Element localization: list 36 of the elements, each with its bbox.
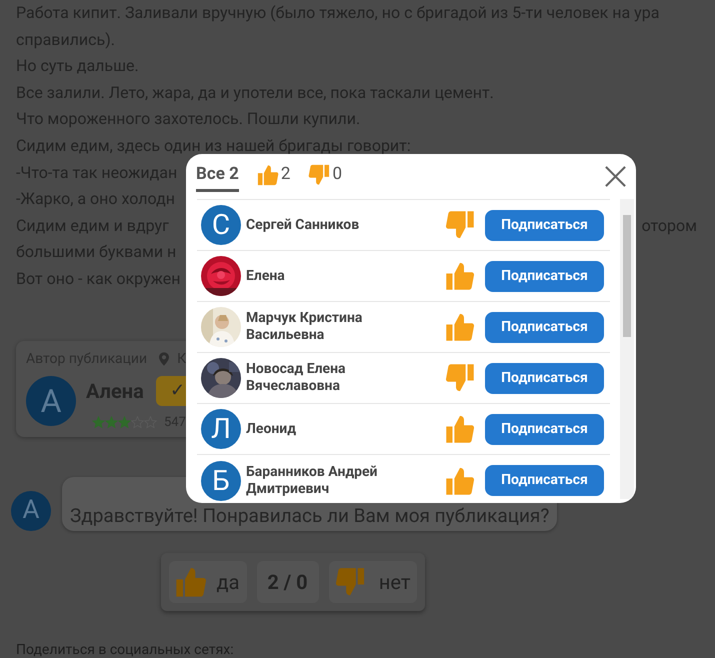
commenter-avatar[interactable]: А: [11, 490, 51, 531]
user-name[interactable]: Марчук Кристина Васильевна: [246, 310, 426, 344]
thumbs-up-icon: [256, 164, 279, 186]
filter-tab[interactable]: 0: [308, 162, 342, 192]
user-avatar[interactable]: Б: [201, 460, 241, 500]
filled-star-icon: [105, 416, 118, 429]
subscribe-button[interactable]: Подписаться: [485, 210, 604, 240]
user-name[interactable]: Новосад Елена Вячеславовна: [246, 361, 426, 395]
thumbs-down-icon: [445, 363, 475, 393]
thumbs-down-icon: [334, 566, 365, 598]
close-icon[interactable]: [604, 165, 627, 188]
filled-star-icon: [118, 416, 131, 429]
user-name[interactable]: Леонид: [246, 420, 426, 438]
user-name[interactable]: Елена: [246, 268, 426, 284]
subscribe-button[interactable]: Подписаться: [485, 465, 604, 496]
thumbs-up-icon: [445, 261, 475, 291]
subscribe-button[interactable]: Подписаться: [485, 260, 604, 292]
author-avatar[interactable]: А: [26, 376, 76, 426]
user-name[interactable]: Сергей Санников: [246, 216, 426, 234]
thumbs-up-icon: [174, 566, 206, 598]
thumbs-up-icon: [445, 312, 475, 342]
empty-star-icon: [131, 416, 144, 429]
subscribe-button[interactable]: Подписаться: [485, 414, 604, 444]
filter-tab[interactable]: 2: [256, 162, 290, 192]
thumbs-down-icon: [445, 210, 475, 240]
thumbs-up-icon: [445, 414, 475, 444]
user-avatar[interactable]: С: [201, 205, 241, 245]
filled-star-icon: [92, 416, 105, 429]
location-pin-icon: [159, 352, 170, 366]
scrollbar[interactable]: [620, 199, 634, 499]
subscribe-button[interactable]: Подписаться: [485, 312, 604, 342]
filter-tab[interactable]: Все 2: [196, 162, 239, 192]
user-avatar[interactable]: Л: [201, 409, 241, 449]
subscribe-button[interactable]: Подписаться: [485, 362, 604, 394]
thumbs-up-icon: [445, 466, 475, 496]
thumbs-down-icon: [308, 164, 330, 186]
